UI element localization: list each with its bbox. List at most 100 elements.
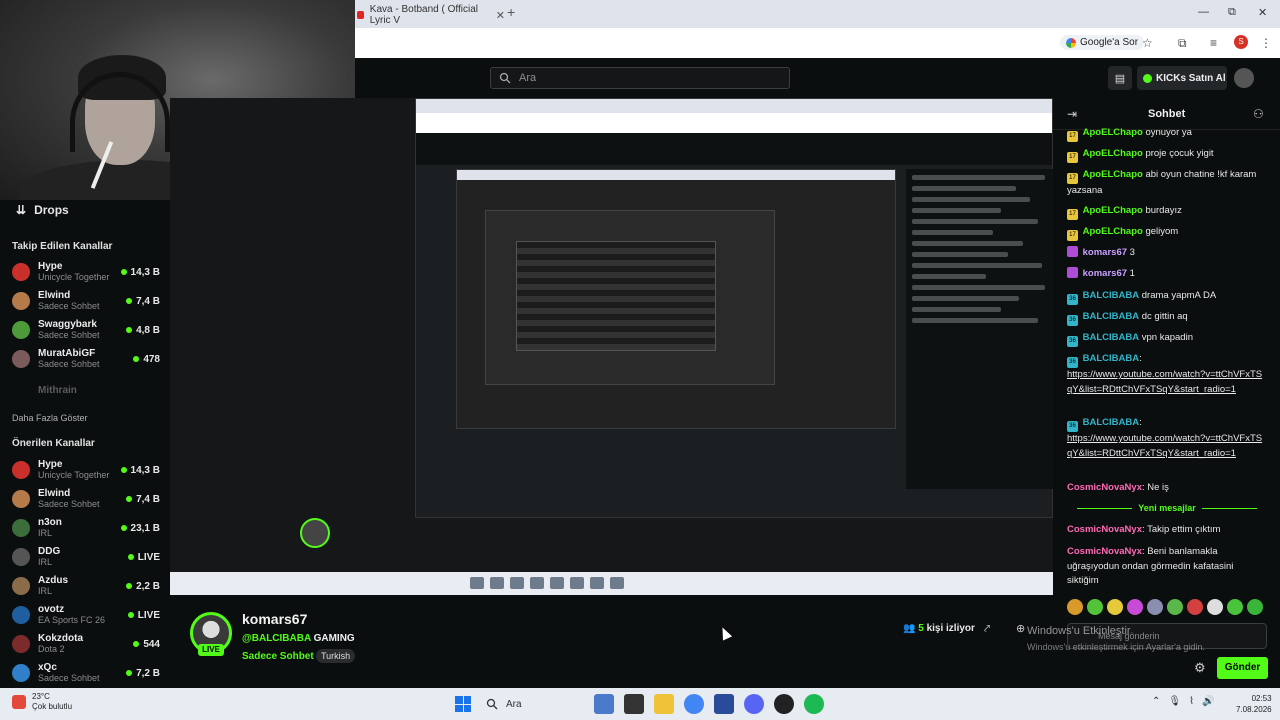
tray-chevron-icon[interactable]: ⌃ [1152,696,1160,707]
channel-item[interactable]: Elwind Sadece Sohbet 7,4 B [12,287,160,315]
emote-icon[interactable] [1087,599,1103,615]
chat-username[interactable]: komars67 [1083,247,1127,258]
channel-avatar [12,606,30,624]
google-ask-button[interactable]: Google'a Sor [1060,35,1145,50]
chat-username[interactable]: CosmicNovaNyx [1067,546,1142,557]
chat-message: komars67 3 [1067,246,1267,261]
new-tab-button[interactable]: + [507,4,515,20]
collapse-chat-icon[interactable]: ⇥ [1067,107,1077,121]
title-mention[interactable]: @BALCIBABA [242,633,311,644]
chat-link[interactable]: https://www.youtube.com/watch?v=ttChVFxT… [1067,433,1262,459]
emote-icon[interactable] [1167,599,1183,615]
chat-username[interactable]: komars67 [1083,268,1127,279]
wallet-button[interactable]: ▤ [1108,66,1132,90]
taskbar-search[interactable]: Ara [480,694,592,714]
chat-username[interactable]: CosmicNovaNyx [1067,524,1142,535]
channel-item[interactable]: n3on IRL 23,1 B [12,514,160,542]
browser-address-bar: Google'a Sor ☆ ⧉ ≡ S ⋮ [355,28,1280,58]
follow-icon[interactable]: ⊕ [1016,622,1025,635]
share-icon[interactable]: ⤤ [984,623,990,636]
system-tray[interactable]: ⌃ 🎙 ⌇ 🔊 [1152,696,1214,707]
send-button[interactable]: Gönder [1217,657,1268,679]
stream-category[interactable]: Sadece Sohbet [242,651,314,662]
chat-username[interactable]: ApoELChapo [1083,169,1143,180]
chat-username[interactable]: ApoELChapo [1083,148,1143,159]
channel-name: Hype [38,261,63,272]
reading-list-icon[interactable]: ≡ [1210,36,1217,50]
tray-wifi-icon[interactable]: ⌇ [1189,696,1194,707]
file-explorer-icon[interactable] [654,694,674,714]
emote-icon[interactable] [1227,599,1243,615]
chat-link[interactable]: https://www.youtube.com/watch?v=ttChVFxT… [1067,369,1262,395]
channel-item[interactable]: MuratAbiGF Sadece Sohbet 478 [12,345,160,373]
extensions-icon[interactable]: ⧉ [1178,36,1187,51]
user-avatar[interactable] [1234,68,1254,88]
channel-item[interactable]: Elwind Sadece Sohbet 7,4 B [12,485,160,513]
drops-link[interactable]: ⇊ Drops [16,203,69,217]
chat-message: 36 BALCIBABA drama yapmA DA [1067,289,1267,305]
channel-item[interactable]: Hype Unicycle Together 14,3 B [12,456,160,484]
weather-widget[interactable]: 23°C Çok bulutlu [12,692,72,712]
emote-bar[interactable] [1067,599,1263,615]
chat-username[interactable]: BALCIBABA [1083,417,1139,428]
channel-item[interactable]: Hype Unicycle Together 14,3 B [12,258,160,286]
tray-mic-icon[interactable]: 🎙 [1168,696,1181,707]
maximize-button[interactable]: ⧉ [1228,6,1236,19]
discord-icon[interactable] [744,694,764,714]
close-window-button[interactable]: ✕ [1258,6,1267,19]
show-more-button[interactable]: Daha Fazla Göster [12,413,88,423]
channel-item[interactable]: Azdus IRL 2,2 B [12,572,160,600]
weather-temp: 23°C [32,692,50,701]
chat-username[interactable]: BALCIBABA [1083,332,1139,343]
channel-item[interactable]: DDG IRL LIVE [12,543,160,571]
subscriber-badge-icon: 36 [1067,336,1078,347]
channel-item[interactable]: Kokzdota Dota 2 544 [12,630,160,658]
profile-avatar[interactable]: S [1234,35,1248,49]
offline-channel-mithrain[interactable]: Mithrain [38,385,77,396]
nested-capture [415,98,1053,518]
channel-avatar [12,350,30,368]
taskbar-clock[interactable]: 02:53 7.08.2026 [1236,693,1272,715]
channel-item[interactable]: xQc Sadece Sohbet 7,2 B [12,659,160,687]
video-player[interactable] [170,98,1053,595]
chat-username[interactable]: ApoELChapo [1083,127,1143,138]
emote-icon[interactable] [1127,599,1143,615]
chrome-icon[interactable] [684,694,704,714]
chat-users-icon[interactable]: ⚇ [1253,107,1264,121]
emote-icon[interactable] [1187,599,1203,615]
chat-username[interactable]: ApoELChapo [1083,226,1143,237]
channel-item[interactable]: ovotz EA Sports FC 26 LIVE [12,601,160,629]
windows-start-icon[interactable] [455,696,471,712]
drops-icon: ⇊ [16,203,27,217]
new-messages-divider[interactable]: Yeni mesajlar [1067,503,1267,513]
search-input[interactable]: Ara [490,67,790,89]
emote-icon[interactable] [1067,599,1083,615]
app-icon[interactable] [714,694,734,714]
emote-icon[interactable] [1107,599,1123,615]
menu-kebab-icon[interactable]: ⋮ [1260,36,1272,50]
channel-item[interactable]: Swaggybark Sadece Sohbet 4,8 B [12,316,160,344]
chat-username[interactable]: BALCIBABA [1083,311,1139,322]
chat-username[interactable]: ApoELChapo [1083,205,1143,216]
tray-volume-icon[interactable]: 🔊 [1202,696,1214,707]
minimize-button[interactable]: — [1198,6,1209,18]
chat-username[interactable]: BALCIBABA [1083,353,1139,364]
chat-username[interactable]: BALCIBABA [1083,290,1139,301]
chat-message: 17 ApoELChapo abi oyun chatine !kf karam… [1067,168,1267,199]
spotify-icon[interactable] [804,694,824,714]
buy-kicks-button[interactable]: KICKs Satın Al [1137,66,1227,90]
close-tab-icon[interactable]: ✕ [496,9,505,22]
language-tag[interactable]: Turkish [316,649,356,663]
emote-icon[interactable] [1207,599,1223,615]
task-view-icon[interactable] [624,694,644,714]
bookmark-star-icon[interactable]: ☆ [1142,36,1153,50]
chat-username[interactable]: CosmicNovaNyx [1067,482,1142,493]
obs-icon[interactable] [774,694,794,714]
browser-tab[interactable]: Kava - Botband ( Official Lyric V ✕ [355,2,505,28]
google-ask-label: Google'a Sor [1080,37,1139,48]
emote-icon[interactable] [1247,599,1263,615]
widgets-icon[interactable] [594,694,614,714]
streamer-name[interactable]: komars67 [242,611,307,627]
chat-settings-gear-icon[interactable]: ⚙ [1194,660,1206,676]
emote-icon[interactable] [1147,599,1163,615]
